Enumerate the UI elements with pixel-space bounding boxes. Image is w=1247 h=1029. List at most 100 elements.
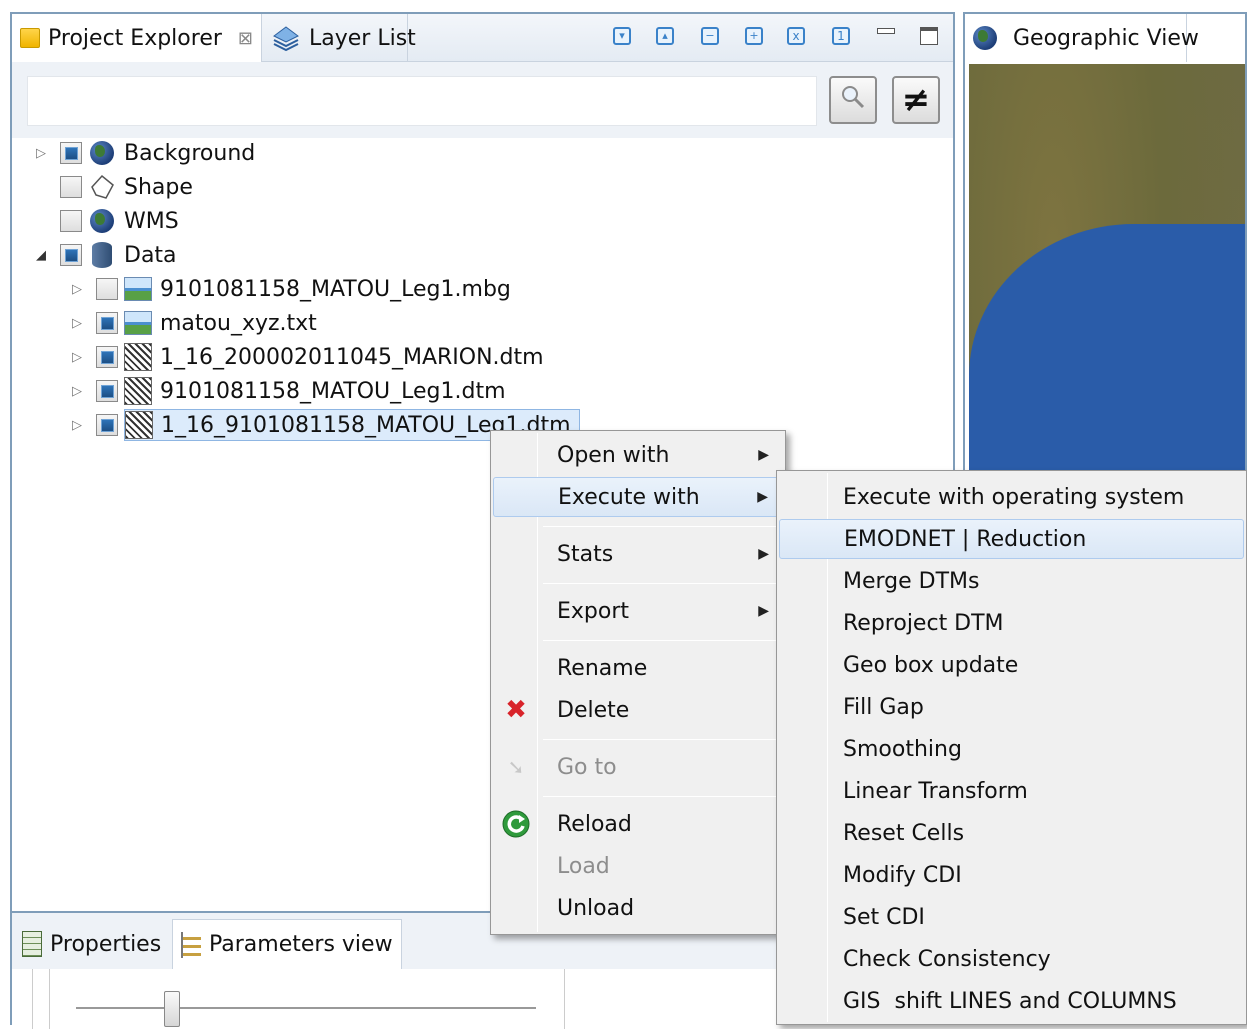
wms-globe-icon: [88, 207, 116, 235]
layer-checkbox[interactable]: [60, 142, 82, 164]
submenu-arrow-icon: ▶: [758, 447, 769, 463]
tab-label: Properties: [50, 931, 162, 957]
menu-item-label: GIS shift LINES and COLUMNS: [843, 988, 1177, 1014]
collapse-down-icon[interactable]: ▾: [610, 24, 634, 48]
filter-1-icon[interactable]: 1: [829, 24, 853, 48]
tree-item-label: 9101081158_MATOU_Leg1.dtm: [160, 378, 506, 404]
search-bar: ≠: [12, 62, 953, 138]
submenu-item-merge-dtms[interactable]: Merge DTMs: [779, 561, 1244, 601]
tree-item-file[interactable]: ▷ 9101081158_MATOU_Leg1.dtm: [68, 375, 506, 407]
tree-item-file[interactable]: ▷ matou_xyz.txt: [68, 307, 317, 339]
menu-separator: [543, 526, 781, 527]
menu-item-delete[interactable]: ✖ Delete: [493, 690, 783, 730]
submenu-item-modify-cdi[interactable]: Modify CDI: [779, 855, 1244, 895]
tab-geographic-view[interactable]: Geographic View: [965, 14, 1199, 62]
tree-item-data[interactable]: ◢ Data: [32, 239, 177, 271]
maximize-icon[interactable]: [917, 24, 941, 48]
slider-thumb[interactable]: [164, 991, 180, 1027]
submenu-item-execute-os[interactable]: Execute with operating system: [779, 477, 1244, 517]
menu-item-label: Execute with: [558, 484, 700, 510]
menu-item-label: Stats: [557, 541, 614, 567]
menu-item-execute-with[interactable]: Execute with ▶: [493, 477, 783, 517]
tree-item-shape[interactable]: Shape: [32, 171, 193, 203]
menu-item-reload[interactable]: Reload: [493, 804, 783, 844]
filter-x-icon[interactable]: x: [784, 24, 808, 48]
menu-item-go-to[interactable]: ➘ Go to: [493, 747, 783, 787]
tree-item-file[interactable]: ▷ 1_16_200002011045_MARION.dtm: [68, 341, 544, 373]
menu-item-export[interactable]: Export ▶: [493, 591, 783, 631]
tab-properties[interactable]: Properties: [14, 919, 169, 969]
layer-checkbox[interactable]: [60, 244, 82, 266]
menu-item-label: Set CDI: [843, 904, 925, 930]
layers-icon: [271, 24, 301, 52]
submenu-item-check-consistency[interactable]: Check Consistency: [779, 939, 1244, 979]
layer-checkbox[interactable]: [96, 312, 118, 334]
menu-item-label: Execute with operating system: [843, 484, 1185, 510]
tab-project-explorer[interactable]: Project Explorer ⊠: [12, 14, 262, 62]
submenu-item-gis-shift[interactable]: GIS shift LINES and COLUMNS: [779, 981, 1244, 1021]
menu-item-label: Check Consistency: [843, 946, 1051, 972]
tree-item-label: Shape: [124, 174, 193, 200]
menu-separator: [543, 739, 781, 740]
search-button[interactable]: [829, 76, 877, 124]
database-icon: [88, 241, 116, 269]
minimize-icon[interactable]: [874, 24, 898, 48]
collapse-all-icon[interactable]: −: [698, 24, 722, 48]
submenu-item-smoothing[interactable]: Smoothing: [779, 729, 1244, 769]
menu-separator: [543, 796, 781, 797]
expand-arrow-icon[interactable]: ▷: [68, 384, 86, 399]
context-menu: Open with ▶ Execute with ▶ Stats ▶ Expor…: [490, 430, 786, 935]
tab-layer-list[interactable]: Layer List: [263, 14, 416, 62]
submenu-item-fill-gap[interactable]: Fill Gap: [779, 687, 1244, 727]
tree-item-label: 9101081158_MATOU_Leg1.mbg: [160, 276, 511, 302]
layer-checkbox[interactable]: [96, 380, 118, 402]
layer-checkbox[interactable]: [96, 346, 118, 368]
expand-arrow-icon[interactable]: ▷: [68, 316, 86, 331]
tree-item-label: Data: [124, 242, 177, 268]
close-icon[interactable]: ⊠: [238, 28, 253, 49]
menu-item-label: Rename: [557, 655, 648, 681]
menu-item-label: Reset Cells: [843, 820, 965, 846]
expand-arrow-icon[interactable]: ▷: [32, 146, 50, 161]
submenu-item-set-cdi[interactable]: Set CDI: [779, 897, 1244, 937]
collapse-up-icon[interactable]: ▴: [653, 24, 677, 48]
submenu-item-geo-box-update[interactable]: Geo box update: [779, 645, 1244, 685]
execute-with-submenu: Execute with operating system EMODNET | …: [776, 470, 1247, 1025]
submenu-item-reset-cells[interactable]: Reset Cells: [779, 813, 1244, 853]
dtm-icon: [125, 411, 153, 439]
expand-all-icon[interactable]: +: [742, 24, 766, 48]
layer-checkbox[interactable]: [96, 414, 118, 436]
not-equal-button[interactable]: ≠: [892, 76, 940, 124]
layer-checkbox[interactable]: [96, 278, 118, 300]
expand-arrow-icon[interactable]: ▷: [68, 282, 86, 297]
tree-item-background[interactable]: ▷ Background: [32, 137, 255, 169]
menu-item-open-with[interactable]: Open with ▶: [493, 435, 783, 475]
slider-track[interactable]: [76, 1007, 536, 1009]
layer-checkbox[interactable]: [60, 176, 82, 198]
search-input[interactable]: [27, 76, 817, 126]
menu-item-label: Export: [557, 598, 630, 624]
goto-arrow-icon: ➘: [507, 755, 525, 779]
globe-icon: [973, 24, 997, 52]
tree-item-label: matou_xyz.txt: [160, 310, 317, 336]
collapse-arrow-icon[interactable]: ◢: [32, 248, 50, 263]
submenu-item-linear-transform[interactable]: Linear Transform: [779, 771, 1244, 811]
tree-item-file[interactable]: ▷ 9101081158_MATOU_Leg1.mbg: [68, 273, 511, 305]
menu-item-rename[interactable]: Rename: [493, 648, 783, 688]
submenu-arrow-icon: ▶: [757, 489, 768, 505]
expand-arrow-icon[interactable]: ▷: [68, 418, 86, 433]
expand-arrow-icon[interactable]: ▷: [68, 350, 86, 365]
tab-parameters-view[interactable]: Parameters view: [172, 919, 402, 969]
menu-item-unload[interactable]: Unload: [493, 888, 783, 928]
menu-item-load[interactable]: Load: [493, 846, 783, 886]
menu-item-label: Reproject DTM: [843, 610, 1004, 636]
menu-item-stats[interactable]: Stats ▶: [493, 534, 783, 574]
submenu-item-emodnet-reduction[interactable]: EMODNET | Reduction: [779, 519, 1244, 559]
menu-item-label: Geo box update: [843, 652, 1019, 678]
submenu-item-reproject-dtm[interactable]: Reproject DTM: [779, 603, 1244, 643]
tree-item-wms[interactable]: WMS: [32, 205, 179, 237]
dtm-icon: [124, 377, 152, 405]
layer-checkbox[interactable]: [60, 210, 82, 232]
image-layer-icon: [124, 275, 152, 303]
submenu-arrow-icon: ▶: [758, 603, 769, 619]
